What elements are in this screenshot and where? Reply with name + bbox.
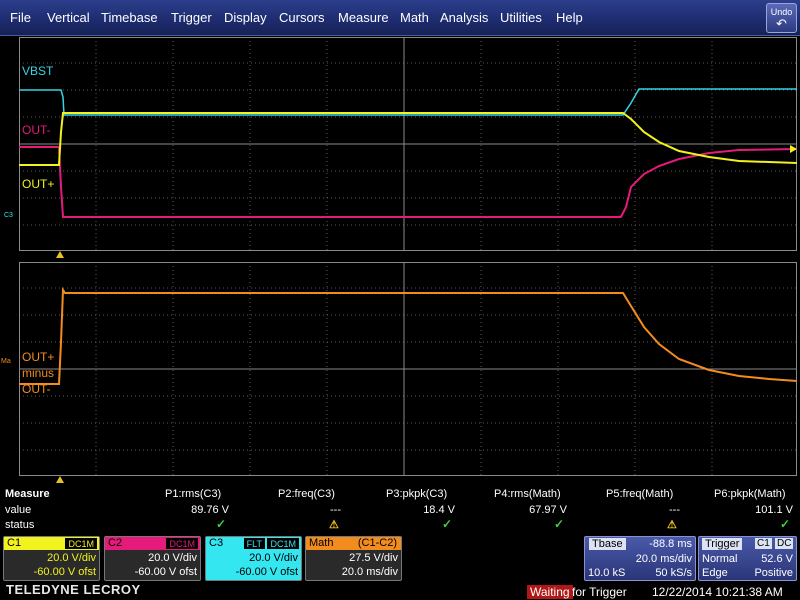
c1-descriptor-box[interactable]: C1 DC1M 20.0 V/div -60.00 V ofst [3, 536, 100, 581]
p1-value: 89.76 V [191, 504, 229, 516]
c2-name: C2 [108, 537, 123, 549]
c1-scale: 20.0 V/div [47, 552, 96, 564]
trigger-label: Trigger [702, 538, 743, 550]
p5-value: --- [669, 504, 680, 516]
c1-name: C1 [7, 537, 22, 549]
math-scale: 27.5 V/div [349, 552, 398, 564]
c2-offset: -60.00 V ofst [134, 566, 197, 578]
math-name: Math [309, 537, 334, 549]
ground-marker [790, 145, 797, 153]
undo-button[interactable]: Undo ↶ [766, 3, 797, 33]
timebase-label: Tbase [589, 538, 626, 550]
p6-status-check-icon: ✓ [780, 517, 791, 531]
trigger-source: C1 [755, 538, 772, 549]
lower-grid-svg [19, 262, 797, 476]
math-header: Math (C1-C2) [306, 537, 401, 550]
p3-value: 18.4 V [423, 504, 455, 516]
timebase-samples: 10.0 kS [588, 567, 626, 579]
p5-name[interactable]: P5:freq(Math) [606, 488, 673, 500]
trigger-slope: Positive [754, 567, 793, 579]
trigger-type: Edge [702, 567, 728, 579]
p2-name[interactable]: P2:freq(C3) [278, 488, 335, 500]
menu-display[interactable]: Display [224, 10, 267, 25]
lower-trigger-marker [56, 476, 64, 483]
measure-value-label: value [5, 504, 32, 516]
math-formula: (C1-C2) [357, 537, 397, 549]
menu-trigger[interactable]: Trigger [171, 10, 212, 25]
vbst-label: VBST [22, 64, 54, 78]
p4-value: 67.97 V [529, 504, 567, 516]
math-descriptor-box[interactable]: Math (C1-C2) 27.5 V/div 20.0 ms/div [305, 536, 402, 581]
p4-status-check-icon: ✓ [554, 517, 565, 531]
c3-coupling-badge: DC1M [267, 538, 299, 549]
c3-descriptor-box[interactable]: C3 FLT DC1M 20.0 V/div -60.00 V ofst [205, 536, 302, 581]
c3-scale: 20.0 V/div [249, 552, 298, 564]
menu-utilities[interactable]: Utilities [500, 10, 542, 25]
p2-value: --- [330, 504, 341, 516]
menu-timebase[interactable]: Timebase [101, 10, 158, 25]
menu-vertical[interactable]: Vertical [47, 10, 90, 25]
upper-grid-svg [19, 37, 797, 251]
c2-descriptor-box[interactable]: C2 DC1M 20.0 V/div -60.00 V ofst [104, 536, 201, 581]
undo-icon: ↶ [776, 16, 787, 31]
c1-header: C1 DC1M [4, 537, 99, 550]
math-label-line2: minus [22, 366, 55, 380]
acquisition-state-badge: Waiting [527, 585, 573, 599]
menu-analysis[interactable]: Analysis [440, 10, 488, 25]
out-plus-label: OUT+ [22, 177, 55, 191]
c3-offset: -60.00 V ofst [235, 566, 298, 578]
trigger-mode: Normal [702, 553, 738, 565]
math-timebase: 20.0 ms/div [341, 566, 398, 578]
menu-math[interactable]: Math [400, 10, 429, 25]
c3-header: C3 FLT DC1M [206, 537, 301, 550]
menu-help[interactable]: Help [556, 10, 583, 25]
scope-screen: File Vertical Timebase Trigger Display C… [0, 0, 800, 600]
menu-bar: File Vertical Timebase Trigger Display C… [0, 0, 800, 36]
menu-measure[interactable]: Measure [338, 10, 389, 25]
timebase-rate: 50 kS/s [655, 567, 692, 579]
measure-title[interactable]: Measure [5, 488, 50, 500]
p1-status-check-icon: ✓ [216, 517, 227, 531]
p2-status-warning-icon: ⚠ [329, 519, 339, 531]
c1-offset: -60.00 V ofst [33, 566, 96, 578]
out-minus-trace [19, 146, 797, 218]
trigger-coupling: DC [775, 538, 794, 549]
timebase-per-div: 20.0 ms/div [635, 553, 692, 565]
c2-scale: 20.0 V/div [148, 552, 197, 564]
measure-status-label: status [5, 519, 35, 531]
menu-cursors[interactable]: Cursors [279, 10, 325, 25]
upper-trigger-marker [56, 251, 64, 258]
p4-name[interactable]: P4:rms(Math) [494, 488, 561, 500]
trigger-level: 52.6 V [761, 553, 793, 565]
out-plus-trace [19, 112, 797, 166]
c2-header: C2 DC1M [105, 537, 200, 550]
math-trace [19, 286, 797, 385]
c3-filter-badge: FLT [243, 538, 265, 549]
acquisition-state-suffix: for Trigger [572, 585, 627, 599]
c3-name: C3 [209, 537, 224, 549]
c2-coupling-badge: DC1M [166, 538, 198, 549]
timebase-descriptor-box[interactable]: Tbase -88.8 ms 20.0 ms/div 10.0 kS 50 kS… [584, 536, 696, 581]
upper-waveform-grid[interactable]: VBST OUT- OUT+ [19, 37, 797, 251]
timebase-delay: -88.8 ms [649, 538, 692, 550]
math-label-line1: OUT+ [22, 350, 55, 364]
vbst-trace [19, 88, 797, 116]
math-channel-marker[interactable]: Ma [1, 358, 11, 365]
c3-channel-marker[interactable]: C3 [4, 212, 13, 219]
trigger-descriptor-box[interactable]: Trigger C1 DC Normal 52.6 V Edge Positiv… [698, 536, 797, 581]
p5-status-warning-icon: ⚠ [667, 519, 677, 531]
p3-status-check-icon: ✓ [442, 517, 453, 531]
brand-logo-text: TELEDYNE LECROY [6, 582, 141, 597]
p6-value: 101.1 V [755, 504, 793, 516]
timestamp: 12/22/2014 10:21:38 AM [652, 585, 783, 599]
p3-name[interactable]: P3:pkpk(C3) [386, 488, 447, 500]
c1-coupling-badge: DC1M [65, 538, 97, 549]
menu-file[interactable]: File [10, 10, 31, 25]
math-label-line3: OUT- [22, 382, 51, 396]
p1-name[interactable]: P1:rms(C3) [165, 488, 221, 500]
out-minus-label: OUT- [22, 123, 51, 137]
p6-name[interactable]: P6:pkpk(Math) [714, 488, 786, 500]
lower-waveform-grid[interactable]: OUT+ minus OUT- [19, 262, 797, 476]
